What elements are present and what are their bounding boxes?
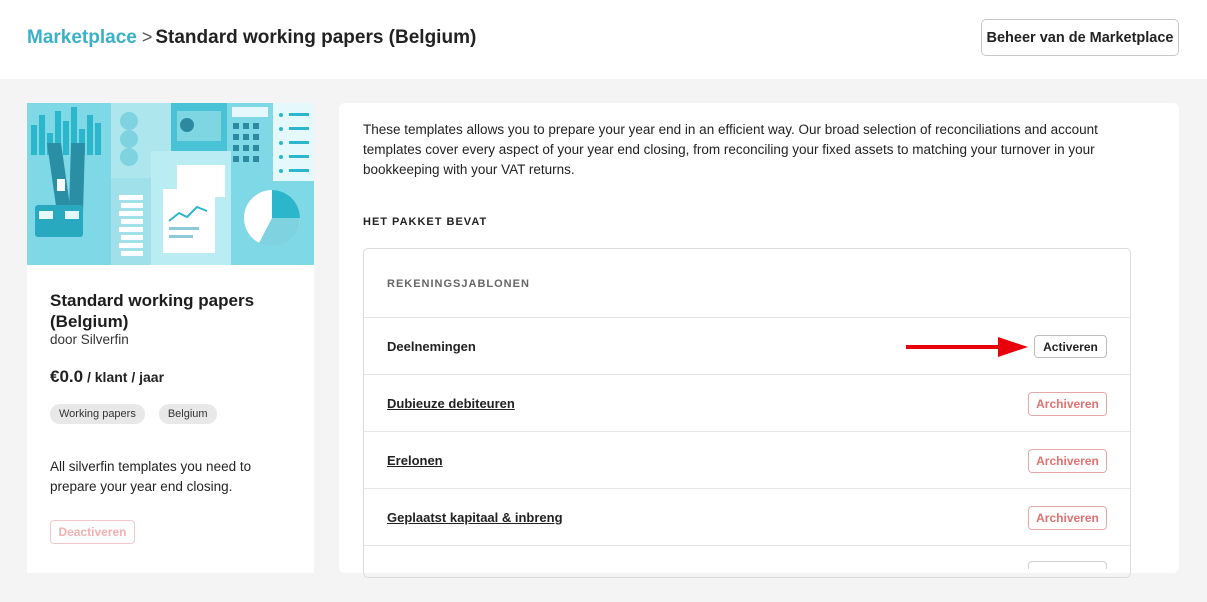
package-intro-text: These templates allows you to prepare yo…	[363, 122, 1098, 177]
package-author: door Silverfin	[50, 332, 129, 347]
package-tags: Working papers Belgium	[50, 404, 217, 424]
package-card: Standard working papers (Belgium) door S…	[27, 103, 314, 573]
archive-button[interactable]: Archiveren	[1028, 506, 1107, 530]
breadcrumb-marketplace-link[interactable]: Marketplace	[27, 27, 137, 48]
package-banner-image	[27, 103, 314, 265]
account-templates-section-label: REKENINGSJABLONEN	[387, 278, 530, 290]
template-row: Dubieuze debiteuren Archiveren	[364, 374, 1130, 431]
package-contents-heading: HET PAKKET BEVAT	[363, 216, 488, 228]
marketplace-banner-illustration	[27, 103, 314, 265]
package-contents-list: REKENINGSJABLONEN Deelnemingen Activeren…	[363, 248, 1131, 578]
page-title: Standard working papers (Belgium)	[155, 27, 477, 48]
manage-marketplace-button[interactable]: Beheer van de Marketplace	[981, 19, 1179, 56]
archive-button[interactable]: Archiveren	[1028, 449, 1107, 473]
template-name-link[interactable]: Geplaatst kapitaal & inbreng	[387, 510, 563, 525]
package-title: Standard working papers (Belgium)	[50, 291, 255, 331]
annotation-arrow-icon	[906, 337, 1028, 357]
template-row: Erelonen Archiveren	[364, 431, 1130, 488]
activate-button[interactable]: Activeren	[1034, 335, 1107, 358]
price-amount: €0.0	[50, 367, 84, 386]
top-bar: Marketplace > Standard working papers (Bel…	[0, 0, 1207, 79]
tag-working-papers: Working papers	[50, 404, 145, 424]
breadcrumb-separator: >	[141, 27, 153, 47]
breadcrumb: Marketplace > Standard working papers (Bel…	[27, 27, 476, 49]
template-row: Geplaatst kapitaal & inbreng Archiveren	[364, 488, 1130, 545]
price-unit: / klant / jaar	[83, 369, 165, 385]
package-price: €0.0 / klant / jaar	[50, 367, 164, 387]
deactivate-button[interactable]: Deactiveren	[50, 520, 135, 544]
template-name-link[interactable]: Erelonen	[387, 453, 443, 468]
tag-belgium: Belgium	[158, 404, 217, 424]
package-description: All silverfin templates you need to prep…	[50, 459, 252, 494]
package-details: These templates allows you to prepare yo…	[339, 103, 1179, 578]
template-row: Deelnemingen Activeren	[364, 317, 1130, 374]
template-row-partial	[364, 545, 1130, 602]
template-name-link[interactable]: Dubieuze debiteuren	[387, 396, 515, 411]
partial-button[interactable]	[1028, 561, 1107, 569]
template-name: Deelnemingen	[387, 339, 476, 354]
archive-button[interactable]: Archiveren	[1028, 392, 1107, 416]
